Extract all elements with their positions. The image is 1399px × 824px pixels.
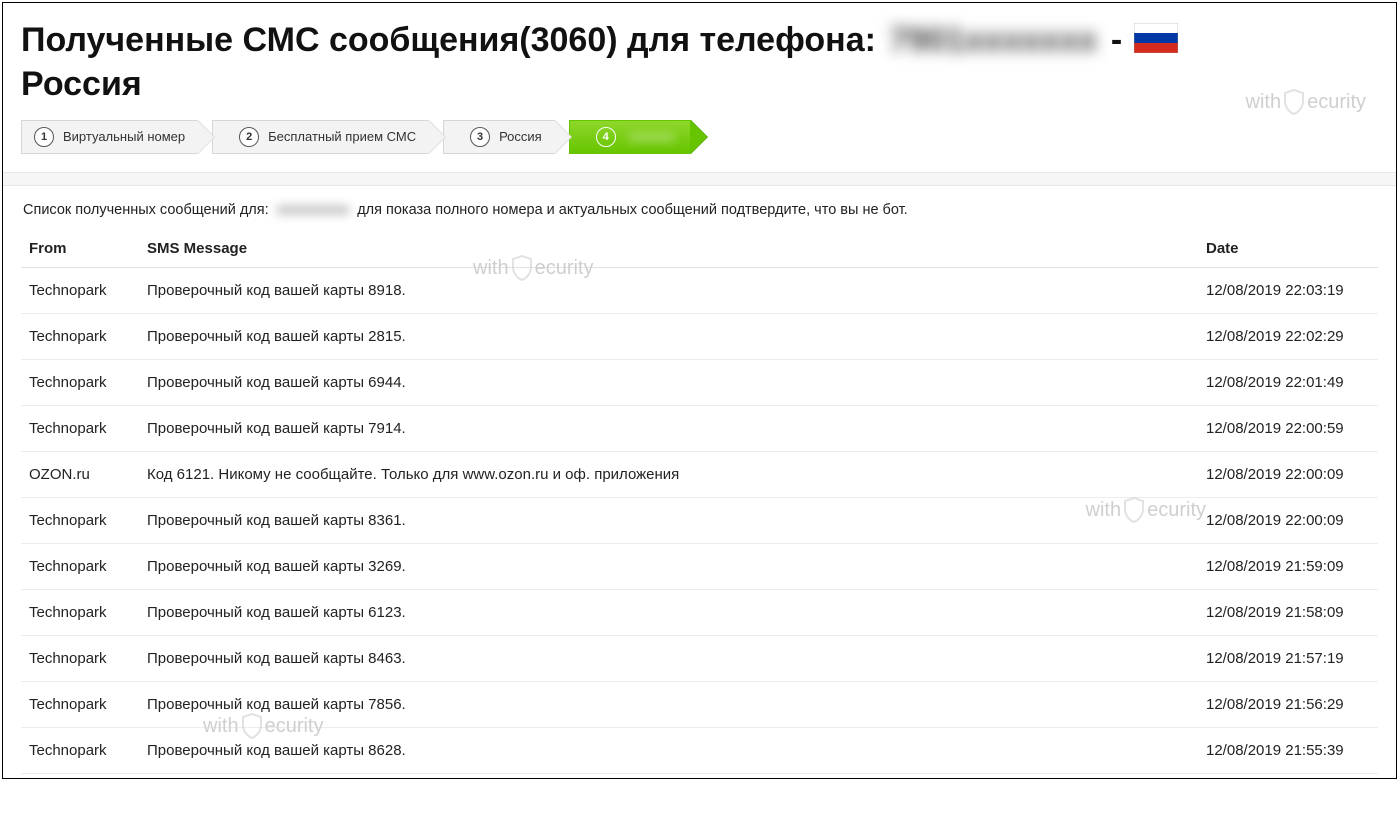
flag-russia-icon <box>1134 21 1178 64</box>
table-row: OZON.ruКод 6121. Никому не сообщайте. То… <box>21 451 1378 497</box>
title-prefix: Полученные СМС сообщения(3060) для телеф… <box>21 21 885 59</box>
table-row: TechnoparkПроверочный код вашей карты 69… <box>21 359 1378 405</box>
table-row: TechnoparkПроверочный код вашей карты 86… <box>21 727 1378 773</box>
cell-from: Technopark <box>21 635 139 681</box>
cell-from: Technopark <box>21 589 139 635</box>
table-row: TechnoparkПроверочный код вашей карты 28… <box>21 313 1378 359</box>
title-country: Россия <box>21 65 142 103</box>
cell-date: 12/08/2019 22:00:09 <box>1198 451 1378 497</box>
section-divider <box>3 172 1396 186</box>
cell-date: 12/08/2019 22:00:59 <box>1198 405 1378 451</box>
table-row: TechnoparkПроверочный код вашей карты 84… <box>21 635 1378 681</box>
notice-number-blurred: xxxxxxxxxx <box>273 202 354 218</box>
title-sep: - <box>1111 21 1132 59</box>
cell-from: Technopark <box>21 497 139 543</box>
cell-message: Проверочный код вашей карты 8628. <box>139 727 1198 773</box>
cell-message: Проверочный код вашей карты 8361. <box>139 497 1198 543</box>
table-header-row: From SMS Message Date <box>21 230 1378 268</box>
cell-message: Проверочный код вашей карты 6123. <box>139 589 1198 635</box>
cell-date: 12/08/2019 22:02:29 <box>1198 313 1378 359</box>
cell-from: Technopark <box>21 681 139 727</box>
breadcrumb-step-4[interactable]: 4 xxxxxxx <box>569 120 692 154</box>
cell-from: Technopark <box>21 543 139 589</box>
table-row: TechnoparkПроверочный код вашей карты 61… <box>21 589 1378 635</box>
cell-message: Проверочный код вашей карты 7914. <box>139 405 1198 451</box>
cell-message: Проверочный код вашей карты 7856. <box>139 681 1198 727</box>
cell-from: Technopark <box>21 359 139 405</box>
cell-date: 12/08/2019 21:57:19 <box>1198 635 1378 681</box>
breadcrumb-step-2[interactable]: 2 Бесплатный прием СМС <box>212 120 429 154</box>
cell-message: Проверочный код вашей карты 8918. <box>139 267 1198 313</box>
cell-date: 12/08/2019 21:58:09 <box>1198 589 1378 635</box>
notice-prefix: Список полученных сообщений для: <box>23 202 273 218</box>
table-row: TechnoparkПроверочный код вашей карты 32… <box>21 543 1378 589</box>
cell-from: Technopark <box>21 313 139 359</box>
col-header-message: SMS Message <box>139 230 1198 268</box>
cell-date: 12/08/2019 21:59:09 <box>1198 543 1378 589</box>
cell-date: 12/08/2019 22:03:19 <box>1198 267 1378 313</box>
sms-table: From SMS Message Date TechnoparkПровероч… <box>21 230 1378 774</box>
cell-message: Проверочный код вашей карты 3269. <box>139 543 1198 589</box>
breadcrumb-step-number: 3 <box>470 127 490 147</box>
notice-text: Список полученных сообщений для: xxxxxxx… <box>21 194 1378 230</box>
cell-message: Проверочный код вашей карты 6944. <box>139 359 1198 405</box>
breadcrumb-step-number: 4 <box>596 127 616 147</box>
notice-suffix: для показа полного номера и актуальных с… <box>357 202 907 218</box>
cell-message: Проверочный код вашей карты 2815. <box>139 313 1198 359</box>
breadcrumb: 1 Виртуальный номер 2 Бесплатный прием С… <box>21 120 1378 154</box>
table-row: TechnoparkПроверочный код вашей карты 78… <box>21 681 1378 727</box>
table-row: TechnoparkПроверочный код вашей карты 83… <box>21 497 1378 543</box>
cell-date: 12/08/2019 22:01:49 <box>1198 359 1378 405</box>
cell-from: OZON.ru <box>21 451 139 497</box>
breadcrumb-step-number: 1 <box>34 127 54 147</box>
table-row: TechnoparkПроверочный код вашей карты 89… <box>21 267 1378 313</box>
cell-from: Technopark <box>21 727 139 773</box>
cell-from: Technopark <box>21 405 139 451</box>
cell-date: 12/08/2019 22:00:09 <box>1198 497 1378 543</box>
col-header-from: From <box>21 230 139 268</box>
breadcrumb-step-3[interactable]: 3 Россия <box>443 120 555 154</box>
breadcrumb-step-1[interactable]: 1 Виртуальный номер <box>21 120 198 154</box>
phone-number-blurred: 7901xxxxxxx <box>885 19 1101 62</box>
breadcrumb-step-label: Бесплатный прием СМС <box>268 129 416 144</box>
breadcrumb-step-label: Виртуальный номер <box>63 129 185 144</box>
table-row: TechnoparkПроверочный код вашей карты 79… <box>21 405 1378 451</box>
cell-date: 12/08/2019 21:55:39 <box>1198 727 1378 773</box>
breadcrumb-step-label: Россия <box>499 129 542 144</box>
breadcrumb-step-number: 2 <box>239 127 259 147</box>
breadcrumb-step-label-blurred: xxxxxxx <box>625 129 679 144</box>
cell-from: Technopark <box>21 267 139 313</box>
cell-message: Код 6121. Никому не сообщайте. Только дл… <box>139 451 1198 497</box>
cell-message: Проверочный код вашей карты 8463. <box>139 635 1198 681</box>
page-title: Полученные СМС сообщения(3060) для телеф… <box>21 19 1378 106</box>
col-header-date: Date <box>1198 230 1378 268</box>
page-container: Полученные СМС сообщения(3060) для телеф… <box>2 2 1397 779</box>
cell-date: 12/08/2019 21:56:29 <box>1198 681 1378 727</box>
